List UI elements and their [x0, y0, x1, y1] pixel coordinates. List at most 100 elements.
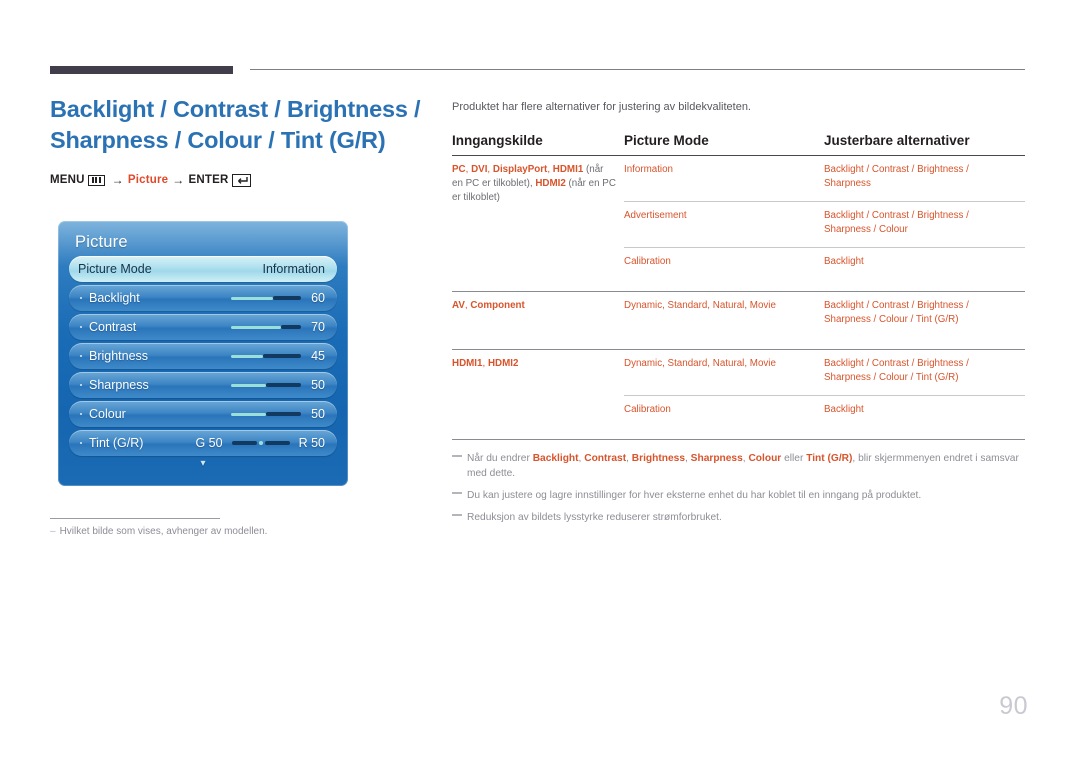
header-rule-accent [50, 66, 233, 74]
menu-label: MENU [50, 174, 85, 186]
note-term: Sharpness [690, 453, 743, 465]
cell-options: Backlight / Contrast / Brightness / Shar… [824, 349, 1025, 396]
picture-osd-panel: Picture Picture Mode Information Backlig… [58, 221, 348, 486]
cell-picture-mode: Calibration [624, 247, 824, 292]
footnotes-list: Når du endrer Backlight, Contrast, Brigh… [452, 451, 1025, 525]
osd-row-tint[interactable]: Tint (G/R) G 50 R 50 [69, 430, 337, 456]
osd-row-sharpness[interactable]: Sharpness 50 [69, 372, 337, 398]
osd-row-value: 50 [311, 378, 325, 392]
cell-picture-mode: Dynamic, Standard, Natural, Movie [624, 291, 824, 350]
footnote-dash-icon [452, 492, 462, 494]
path-arrow-2: → [172, 173, 185, 187]
table-body: PC, DVI, DisplayPort, HDMI1 (når en PC e… [452, 156, 1025, 439]
note-text: Når du endrer [467, 453, 533, 465]
osd-row-label: Sharpness [89, 378, 149, 392]
menu-path-picture[interactable]: Picture [128, 174, 168, 186]
left-footnote: – Hvilket bilde som vises, avhenger av mo… [50, 525, 420, 539]
slider-track [281, 325, 302, 329]
table-header-row: Inngangskilde Picture Mode Justerbare al… [452, 133, 1025, 156]
enter-return-icon [232, 173, 252, 187]
slider-fill [231, 383, 267, 387]
contrast-slider[interactable] [231, 325, 302, 329]
osd-row-picture-mode[interactable]: Picture Mode Information [69, 256, 337, 282]
osd-title: Picture [75, 233, 128, 251]
page-root: Backlight / Contrast / Brightness / Shar… [0, 0, 1080, 763]
osd-row-label: Tint (G/R) [89, 436, 144, 450]
sharpness-slider[interactable] [231, 383, 302, 387]
osd-row-backlight[interactable]: Backlight 60 [69, 285, 337, 311]
note-term: Backlight [532, 453, 579, 465]
menu-bars-icon [87, 174, 105, 186]
cell-options: Backlight / Contrast / Brightness / Shar… [824, 164, 969, 189]
slider-fill [231, 296, 274, 300]
source-term: PC [452, 164, 466, 175]
note-term: Contrast [584, 453, 627, 465]
enter-label: ENTER [188, 174, 229, 186]
page-title: Backlight / Contrast / Brightness / Shar… [50, 96, 421, 153]
osd-row-value: 50 [311, 407, 325, 421]
note-term: Tint (G/R) [806, 453, 853, 465]
osd-row-value: 70 [311, 320, 325, 334]
left-column: Backlight / Contrast / Brightness / Shar… [50, 94, 430, 187]
left-note-rule [50, 518, 220, 519]
slider-fill [231, 325, 282, 329]
table-row: PC, DVI, DisplayPort, HDMI1 (når en PC e… [452, 156, 1025, 203]
slider-track [273, 296, 302, 300]
source-term: Component [470, 300, 525, 311]
menu-navigation-path: MENU → Picture → ENTER [50, 173, 430, 187]
slider-track [266, 383, 302, 387]
osd-row-value: Information [262, 262, 325, 276]
source-term: DisplayPort [492, 164, 548, 175]
slider-track [263, 354, 302, 358]
slider-fill [231, 412, 267, 416]
note-term: Colour [748, 453, 782, 465]
osd-row-label: Contrast [89, 320, 137, 334]
path-arrow-1: → [111, 173, 124, 187]
header-rule-thin [250, 69, 1025, 70]
table-bottom-rule [452, 439, 1025, 441]
cell-options: Backlight [824, 395, 1025, 439]
bullet-icon [80, 297, 82, 299]
footnote-item: Du kan justere og lagre innstillinger fo… [452, 488, 1025, 503]
osd-row-label: Brightness [89, 349, 149, 363]
source-term: DVI [471, 164, 488, 175]
cell-options: Backlight / Contrast / Brightness / Shar… [824, 291, 1025, 350]
bullet-icon [80, 355, 82, 357]
colour-slider[interactable] [231, 412, 302, 416]
picture-options-table: Inngangskilde Picture Mode Justerbare al… [452, 133, 1025, 439]
backlight-slider[interactable] [231, 296, 302, 300]
right-column: Produktet har flere alternativer for jus… [452, 100, 1025, 532]
source-term: HDMI1 [452, 358, 483, 369]
osd-row-label: Colour [89, 407, 126, 421]
osd-row-colour[interactable]: Colour 50 [69, 401, 337, 427]
osd-row-contrast[interactable]: Contrast 70 [69, 314, 337, 340]
table-row: AV, Component Dynamic, Standard, Natural… [452, 291, 1025, 350]
tint-right-value: R 50 [298, 436, 325, 450]
bullet-icon [80, 326, 82, 328]
scroll-down-arrow-icon[interactable]: ▾ [69, 459, 337, 469]
note-text: eller [781, 453, 807, 465]
slider-track-right [264, 441, 290, 445]
note-text: Du kan justere og lagre innstillinger fo… [467, 490, 922, 502]
osd-row-label: Backlight [89, 291, 140, 305]
cell-options: Backlight [824, 247, 1025, 292]
footnote-item: Reduksjon av bildets lysstyrke reduserer… [452, 510, 1025, 525]
brightness-slider[interactable] [231, 354, 302, 358]
note-term: Brightness [631, 453, 685, 465]
cell-picture-mode: Calibration [624, 395, 824, 439]
cell-picture-mode: Advertisement [624, 201, 824, 248]
table-row: HDMI1, HDMI2 Dynamic, Standard, Natural,… [452, 349, 1025, 439]
bullet-icon [80, 384, 82, 386]
left-footnote-text: Hvilket bilde som vises, avhenger av mod… [59, 526, 268, 537]
tint-slider[interactable] [231, 441, 290, 445]
column-header-picture-mode: Picture Mode [624, 133, 824, 156]
slider-track-left [231, 441, 257, 445]
source-term: HDMI2 [535, 178, 566, 189]
cell-input-source: AV, Component [452, 291, 624, 350]
cell-options: Backlight / Contrast / Brightness / Shar… [824, 201, 1025, 248]
footnote-dash-icon [452, 514, 462, 516]
source-term: HDMI2 [487, 358, 519, 369]
tint-left-value: G 50 [195, 436, 223, 450]
bullet-icon [80, 442, 82, 444]
osd-row-brightness[interactable]: Brightness 45 [69, 343, 337, 369]
